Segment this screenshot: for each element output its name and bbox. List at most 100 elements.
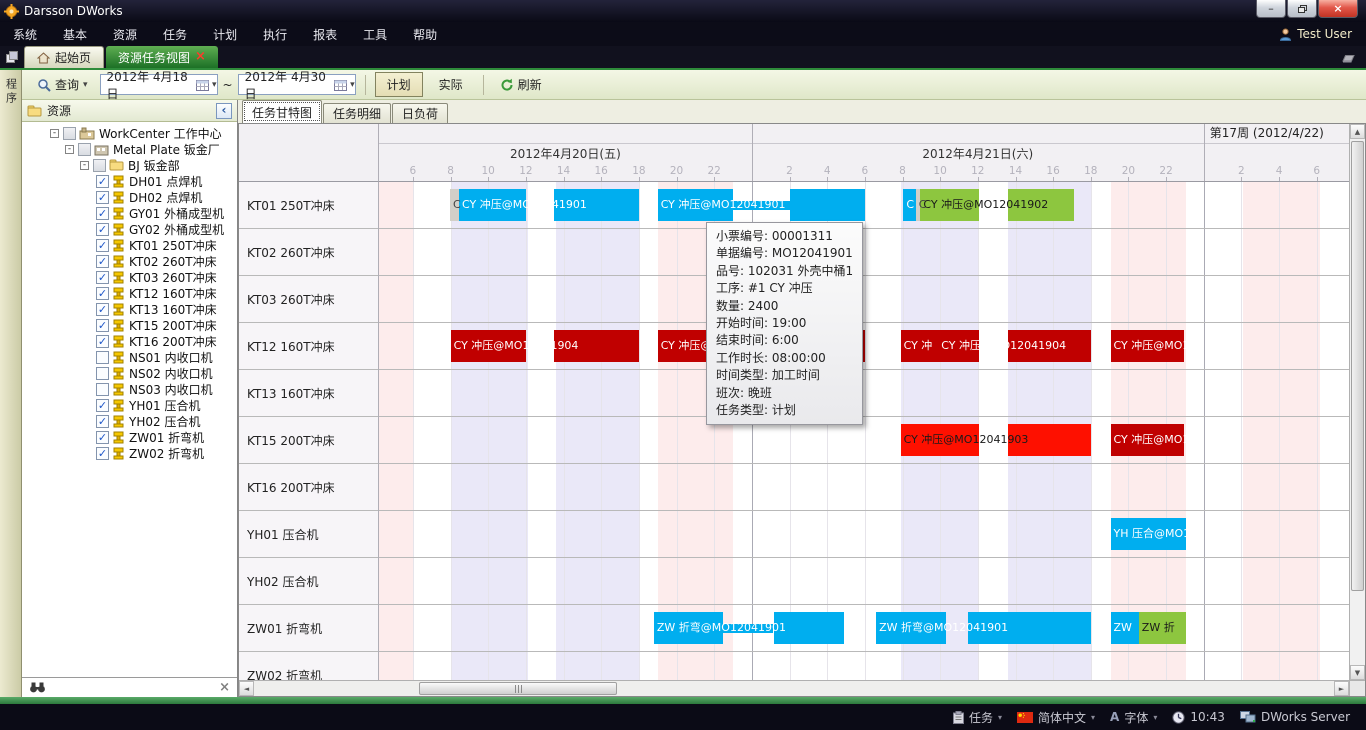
menu-item-1[interactable]: 系统 (0, 22, 50, 47)
menu-item-3[interactable]: 资源 (100, 22, 150, 47)
view-tab-1[interactable]: 任务甘特图 (242, 100, 322, 123)
tree-checkbox[interactable] (78, 143, 91, 156)
close-button[interactable]: × (1318, 0, 1358, 18)
menu-item-5[interactable]: 计划 (200, 22, 250, 47)
menu-item-9[interactable]: 帮助 (400, 22, 450, 47)
tree-checkbox[interactable]: ✓ (96, 207, 109, 220)
menu-item-7[interactable]: 报表 (300, 22, 350, 47)
tree-checkbox[interactable]: ✓ (96, 191, 109, 204)
menu-item-8[interactable]: 工具 (350, 22, 400, 47)
gantt-row-label[interactable]: KT13 160T冲床 (239, 370, 378, 417)
vertical-scrollbar[interactable]: ▲ ▼ (1349, 124, 1365, 680)
user-chip[interactable]: Test User (1279, 27, 1352, 41)
gantt-row-label[interactable]: ZW01 折弯机 (239, 605, 378, 652)
tree-checkbox[interactable] (96, 367, 109, 380)
tree-item[interactable]: ✓KT15 200T冲床 (22, 317, 237, 333)
menu-item-4[interactable]: 任务 (150, 22, 200, 47)
date-to-field[interactable]: 2012年 4月30日 ▾ (238, 74, 356, 95)
tree-item[interactable]: -BJ 钣金部 (22, 157, 237, 173)
status-item-4[interactable]: 10:43 (1168, 710, 1229, 724)
tree-checkbox[interactable]: ✓ (96, 303, 109, 316)
scroll-down-icon[interactable]: ▼ (1350, 665, 1365, 680)
minimize-button[interactable]: – (1256, 0, 1286, 18)
tree-checkbox[interactable]: ✓ (96, 431, 109, 444)
tree-checkbox[interactable] (93, 159, 106, 172)
tab-overflow-icon[interactable] (1341, 46, 1356, 68)
tree-item[interactable]: ✓KT16 200T冲床 (22, 333, 237, 349)
status-item-5[interactable]: DWorks Server (1236, 710, 1354, 724)
query-button[interactable]: 查询 ▾ (30, 72, 95, 97)
tab-resource-task-view[interactable]: 资源任务视图 × (106, 46, 218, 68)
caret-down-icon[interactable]: ▾ (1153, 713, 1157, 722)
status-item-2[interactable]: 简体中文▾ (1013, 709, 1099, 726)
tree-checkbox[interactable] (96, 351, 109, 364)
tree-item[interactable]: ✓KT13 160T冲床 (22, 301, 237, 317)
date-from-field[interactable]: 2012年 4月18日 ▾ (100, 74, 218, 95)
tree-checkbox[interactable]: ✓ (96, 399, 109, 412)
status-item-1[interactable]: 任务▾ (949, 709, 1006, 726)
tree-item[interactable]: ✓KT03 260T冲床 (22, 269, 237, 285)
caret-down-icon[interactable]: ▾ (998, 713, 1002, 722)
tree-item[interactable]: NS01 内收口机 (22, 349, 237, 365)
collapse-panel-button[interactable]: ‹ (216, 103, 232, 119)
gantt-row-label[interactable]: ZW02 折弯机 (239, 652, 378, 680)
task-bar[interactable] (790, 189, 864, 221)
tree-item[interactable]: NS02 内收口机 (22, 365, 237, 381)
view-tab-3[interactable]: 日负荷 (392, 103, 448, 123)
tree-checkbox[interactable]: ✓ (96, 255, 109, 268)
tree-expander-icon[interactable]: - (50, 129, 59, 138)
scroll-left-icon[interactable]: ◄ (239, 681, 254, 696)
tree-checkbox[interactable]: ✓ (96, 415, 109, 428)
tree-item[interactable]: ✓DH02 点焊机 (22, 189, 237, 205)
tab-close-icon[interactable]: × (195, 52, 206, 62)
tab-home-page[interactable]: 起始页 (24, 46, 104, 68)
gantt-row-label[interactable]: KT02 260T冲床 (239, 229, 378, 276)
tree-checkbox[interactable]: ✓ (96, 319, 109, 332)
view-tab-2[interactable]: 任务明细 (323, 103, 391, 123)
gantt-row-label[interactable]: KT12 160T冲床 (239, 323, 378, 370)
tree-item[interactable]: ✓DH01 点焊机 (22, 173, 237, 189)
horizontal-scrollbar[interactable]: ◄ ► (239, 680, 1349, 696)
tree-item[interactable]: ✓KT02 260T冲床 (22, 253, 237, 269)
restore-button[interactable] (1287, 0, 1317, 18)
menu-item-6[interactable]: 执行 (250, 22, 300, 47)
tree-item[interactable]: -Metal Plate 钣金厂 (22, 141, 237, 157)
tree-item[interactable]: ✓YH02 压合机 (22, 413, 237, 429)
tree-item[interactable]: ✓ZW01 折弯机 (22, 429, 237, 445)
tree-item[interactable]: ✓KT12 160T冲床 (22, 285, 237, 301)
docked-panel-label[interactable]: 程序 (3, 78, 19, 106)
scroll-right-icon[interactable]: ► (1334, 681, 1349, 696)
gantt-row-label[interactable]: KT03 260T冲床 (239, 276, 378, 323)
horizontal-scroll-thumb[interactable] (419, 682, 617, 695)
actual-toggle-button[interactable]: 实际 (428, 73, 474, 96)
refresh-button[interactable]: 刷新 (493, 72, 549, 97)
date-to-caret-icon[interactable]: ▾ (350, 80, 355, 90)
tree-checkbox[interactable]: ✓ (96, 271, 109, 284)
tree-checkbox[interactable] (96, 383, 109, 396)
tree-checkbox[interactable]: ✓ (96, 447, 109, 460)
pages-icon[interactable] (0, 46, 24, 68)
plan-toggle-button[interactable]: 计划 (375, 72, 423, 97)
tree-expander-icon[interactable]: - (80, 161, 89, 170)
gantt-row-label[interactable]: YH02 压合机 (239, 558, 378, 605)
docked-panel-strip[interactable]: 程序 (0, 70, 22, 697)
find-close-icon[interactable]: × (219, 680, 230, 695)
tree-checkbox[interactable]: ✓ (96, 287, 109, 300)
tree-item[interactable]: NS03 内收口机 (22, 381, 237, 397)
gantt-row-label[interactable]: KT16 200T冲床 (239, 464, 378, 511)
tree-item[interactable]: -WorkCenter 工作中心 (22, 125, 237, 141)
tree-item[interactable]: ✓ZW02 折弯机 (22, 445, 237, 461)
gantt-row-label[interactable]: YH01 压合机 (239, 511, 378, 558)
tree-checkbox[interactable]: ✓ (96, 335, 109, 348)
caret-down-icon[interactable]: ▾ (1091, 713, 1095, 722)
date-from-caret-icon[interactable]: ▾ (212, 80, 217, 90)
tree-find-bar[interactable]: × (22, 677, 237, 697)
vertical-scroll-thumb[interactable] (1351, 141, 1364, 591)
tree-checkbox[interactable]: ✓ (96, 239, 109, 252)
tree-item[interactable]: ✓GY02 外桶成型机 (22, 221, 237, 237)
tree-item[interactable]: ✓GY01 外桶成型机 (22, 205, 237, 221)
tree-checkbox[interactable]: ✓ (96, 223, 109, 236)
gantt-row-label[interactable]: KT15 200T冲床 (239, 417, 378, 464)
menu-item-2[interactable]: 基本 (50, 22, 100, 47)
status-item-3[interactable]: A字体▾ (1106, 709, 1161, 726)
